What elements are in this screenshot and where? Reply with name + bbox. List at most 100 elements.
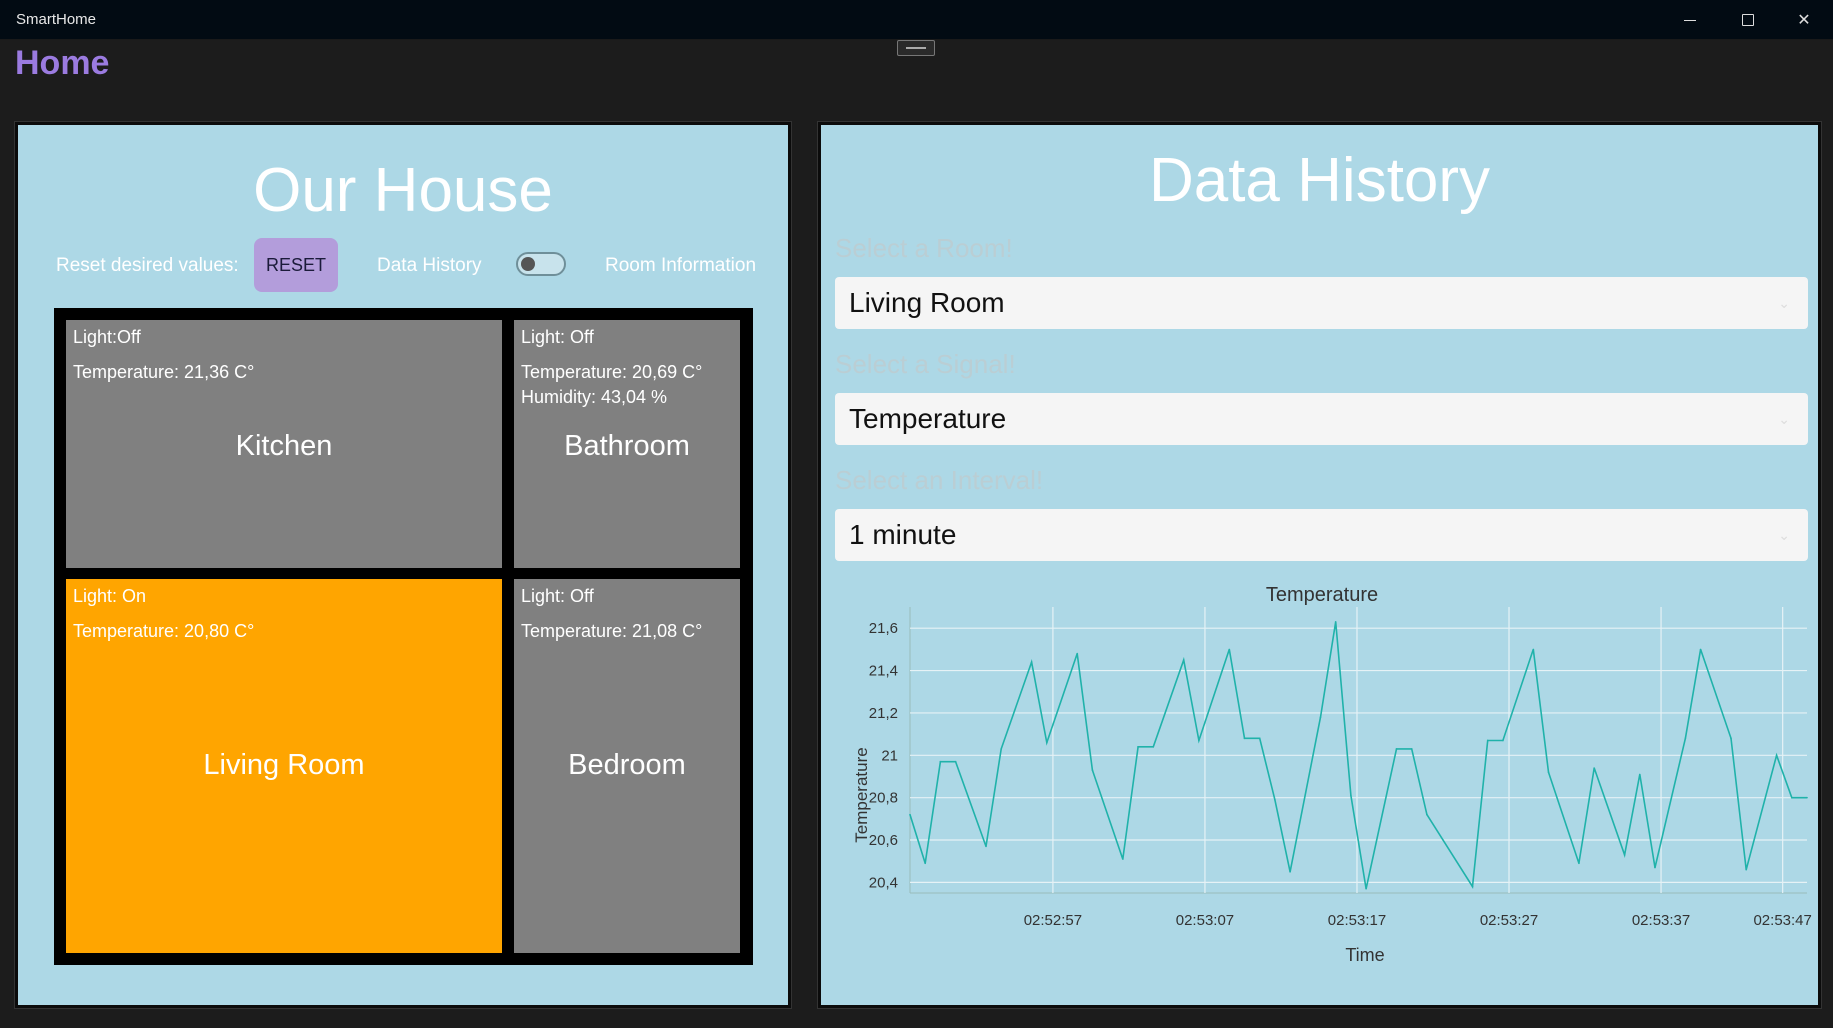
chart-point <box>1091 769 1094 771</box>
chart-point <box>1030 661 1033 663</box>
chart-point <box>1274 798 1276 801</box>
history-title: Data History <box>1148 146 1491 215</box>
reset-button[interactable]: RESET <box>254 238 338 292</box>
interval-select-label: Select an Interval! <box>835 465 1044 495</box>
chart-point <box>1502 739 1504 742</box>
minimize-button[interactable] <box>1662 0 1718 40</box>
chart-point <box>1532 648 1535 651</box>
room-temperature: Temperature: 21,36 C° <box>73 362 255 382</box>
minimize-icon <box>1684 19 1696 21</box>
chart-y-tick-label: 20,8 <box>869 790 898 807</box>
maximize-button[interactable] <box>1720 0 1776 40</box>
close-button[interactable]: ✕ <box>1776 0 1832 40</box>
chevron-down-icon: ⌄ <box>1778 411 1790 427</box>
room-information-label: Room Information <box>605 255 757 276</box>
view-toggle-switch[interactable] <box>516 252 566 276</box>
chart-point <box>1806 796 1808 799</box>
room-light-status: Light: On <box>73 586 147 606</box>
chart-x-tick-label: 02:53:47 <box>1753 912 1811 929</box>
chart-point <box>1745 868 1747 871</box>
chart-point <box>1289 871 1291 873</box>
maximize-icon <box>1742 14 1754 26</box>
window-title: SmartHome <box>16 11 97 28</box>
chart-point <box>1334 621 1337 623</box>
chart-y-tick-label: 21 <box>881 747 898 764</box>
chart-point <box>939 760 942 763</box>
room-temperature: Temperature: 20,69 C° <box>521 362 703 382</box>
room-light-status: Light:Off <box>73 327 141 347</box>
chart-point <box>1076 652 1079 655</box>
chart-point <box>1182 659 1185 661</box>
chart-x-tick-label: 02:52:57 <box>1024 912 1082 929</box>
chart-point <box>1471 885 1474 888</box>
room-name: Bathroom <box>564 430 690 462</box>
room-name: Living Room <box>203 749 365 781</box>
signal-select[interactable]: Temperature ⌄ <box>835 393 1808 445</box>
chart-y-tick-label: 20,4 <box>869 874 898 891</box>
chart-point <box>1426 813 1428 816</box>
room-name: Bedroom <box>568 749 686 781</box>
temperature-chart: Temperature Time Temperature 20,420,620,… <box>852 584 1812 965</box>
chart-point <box>1000 748 1003 750</box>
chart-x-tick-label: 02:53:37 <box>1632 912 1690 929</box>
chart-point <box>954 760 957 763</box>
signal-select-value: Temperature <box>849 403 1007 434</box>
chart-point <box>1790 796 1793 799</box>
chart-point <box>1578 862 1580 865</box>
room-select[interactable]: Living Room ⌄ <box>835 277 1808 329</box>
room-living-room[interactable]: Light: On Temperature: 20,80 C° Living R… <box>66 579 502 953</box>
signal-select-label: Select a Signal! <box>835 349 1016 379</box>
room-select-label: Select a Room! <box>835 233 1013 263</box>
chart-x-axis-label: Time <box>1345 945 1384 965</box>
chart-y-tick-label: 21,2 <box>869 705 898 722</box>
page-title: Home <box>15 44 110 82</box>
chart-title: Temperature <box>1266 584 1378 606</box>
chart-point <box>1699 648 1702 651</box>
chart-point <box>1137 746 1139 748</box>
close-icon: ✕ <box>1797 12 1811 29</box>
chart-point <box>1623 854 1626 856</box>
chart-point <box>1350 794 1352 797</box>
interval-select-value: 1 minute <box>849 519 957 550</box>
chart-point <box>924 862 927 865</box>
chart-x-tick-label: 02:53:07 <box>1176 912 1234 929</box>
interval-select[interactable]: 1 minute ⌄ <box>835 509 1808 561</box>
chart-point <box>985 845 987 848</box>
chart-point <box>1046 741 1048 744</box>
chart-x-tick-label: 02:53:27 <box>1480 912 1538 929</box>
chart-point <box>1638 773 1641 776</box>
reset-label: Reset desired values: <box>56 255 239 276</box>
chart-y-tick-label: 21,4 <box>869 663 898 680</box>
toggle-knob <box>521 257 535 271</box>
room-kitchen[interactable]: Light:Off Temperature: 21,36 C° Kitchen <box>66 320 502 568</box>
house-title: Our House <box>253 156 553 225</box>
title-bar: SmartHome ✕ <box>0 0 1833 40</box>
chart-point <box>1243 737 1246 740</box>
room-light-status: Light: Off <box>521 586 594 606</box>
chart-point <box>1654 866 1656 869</box>
chart-y-tick-label: 20,6 <box>869 832 898 849</box>
chart-point <box>1730 737 1732 740</box>
chart-point <box>1152 746 1155 748</box>
chart-point <box>1547 771 1550 774</box>
chevron-down-icon: ⌄ <box>1778 295 1790 311</box>
room-name: Kitchen <box>235 430 333 462</box>
house-controls: Reset desired values: RESET Data History… <box>18 238 788 292</box>
chart-point <box>1486 739 1489 742</box>
chart-point <box>1228 648 1231 651</box>
room-bathroom[interactable]: Light: Off Temperature: 20,69 C° Humidit… <box>514 320 740 568</box>
chart-point <box>1198 739 1200 742</box>
chart-point <box>1122 858 1124 860</box>
chart-point <box>1319 716 1322 718</box>
room-light-status: Light: Off <box>521 327 594 347</box>
chart-grid <box>909 607 1807 894</box>
room-bedroom[interactable]: Light: Off Temperature: 21,08 C° Bedroom <box>514 579 740 953</box>
room-humidity: Humidity: 43,04 % <box>521 387 668 407</box>
pane-drag-handle[interactable] <box>897 40 935 56</box>
room-temperature: Temperature: 20,80 C° <box>73 621 255 641</box>
chart-x-tick-label: 02:53:17 <box>1328 912 1386 929</box>
room-temperature: Temperature: 21,08 C° <box>521 621 703 641</box>
chart-point <box>1410 748 1413 750</box>
chart-point <box>1365 887 1367 890</box>
floor-plan: Light:Off Temperature: 21,36 C° Kitchen … <box>54 308 753 965</box>
